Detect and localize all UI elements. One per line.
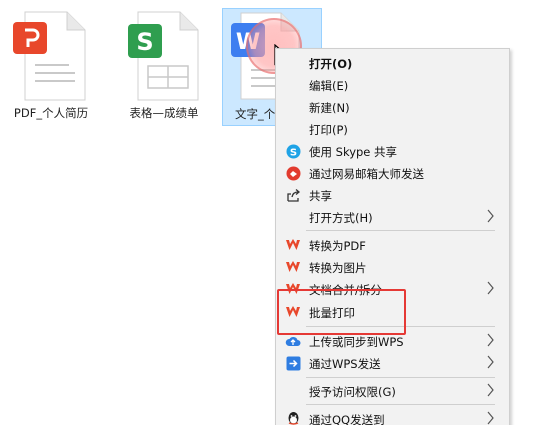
menu-item-new[interactable]: 新建(N) [276, 96, 509, 118]
menu-item-send-qq[interactable]: 通过QQ发送到 [276, 408, 509, 425]
share-icon [285, 187, 301, 203]
menu-item-label: 打印(P) [309, 123, 348, 137]
file-pdf-resume[interactable]: PDF_个人简历 [5, 6, 97, 124]
menu-item-convert-image[interactable]: 转换为图片 [276, 256, 509, 278]
menu-item-share[interactable]: 共享 [276, 184, 509, 206]
chevron-right-icon [487, 209, 495, 226]
menu-item-grant-access[interactable]: 授予访问权限(G) [276, 380, 509, 402]
menu-item-label: 上传或同步到WPS [309, 335, 404, 349]
pdf-file-icon [13, 11, 86, 101]
menu-item-open-with[interactable]: 打开方式(H) [276, 206, 509, 228]
menu-item-label: 通过WPS发送 [309, 357, 381, 371]
menu-item-label: 授予访问权限(G) [309, 385, 396, 399]
wps-send-icon [285, 355, 301, 371]
menu-separator [306, 230, 495, 231]
menu-item-label: 编辑(E) [309, 79, 349, 93]
menu-item-skype-share[interactable]: S 使用 Skype 共享 [276, 140, 509, 162]
svg-text:S: S [289, 147, 296, 158]
chevron-right-icon [487, 355, 495, 372]
chevron-right-icon [487, 333, 495, 350]
menu-item-label: 使用 Skype 共享 [309, 145, 398, 159]
spreadsheet-file-icon: S [128, 11, 199, 101]
menu-item-label: 通过QQ发送到 [309, 413, 385, 425]
menu-item-edit[interactable]: 编辑(E) [276, 74, 509, 96]
chevron-right-icon [487, 383, 495, 400]
file-label: PDF_个人简历 [13, 106, 89, 120]
chevron-right-icon [487, 281, 495, 298]
menu-item-netease-send[interactable]: 通过网易邮箱大师发送 [276, 162, 509, 184]
wps-icon [285, 237, 301, 253]
chevron-right-icon [487, 411, 495, 425]
context-menu: 打开(O) 编辑(E) 新建(N) 打印(P) S 使用 Skype 共享 通过… [275, 48, 510, 425]
svg-text:S: S [136, 28, 153, 56]
netease-mail-icon [285, 165, 301, 181]
menu-item-label: 转换为图片 [309, 261, 367, 275]
menu-item-label: 新建(N) [309, 101, 350, 115]
qq-icon [285, 411, 301, 425]
menu-item-label: 打开方式(H) [309, 211, 373, 225]
menu-item-label: 打开(O) [309, 57, 353, 71]
menu-item-print[interactable]: 打印(P) [276, 118, 509, 140]
file-label: 表格—成绩单 [129, 106, 199, 120]
skype-icon: S [285, 143, 301, 159]
cloud-upload-icon [285, 333, 301, 349]
wps-icon [285, 259, 301, 275]
menu-item-open[interactable]: 打开(O) [276, 52, 509, 74]
menu-item-label: 通过网易邮箱大师发送 [309, 167, 424, 181]
menu-item-convert-pdf[interactable]: 转换为PDF [276, 234, 509, 256]
menu-separator [306, 377, 495, 378]
menu-item-label: 转换为PDF [309, 239, 366, 253]
file-spreadsheet-grades[interactable]: S 表格—成绩单 [118, 6, 210, 124]
menu-item-send-wps[interactable]: 通过WPS发送 [276, 352, 509, 374]
menu-separator [306, 404, 495, 405]
highlight-box [277, 289, 406, 335]
menu-item-label: 共享 [309, 189, 332, 203]
